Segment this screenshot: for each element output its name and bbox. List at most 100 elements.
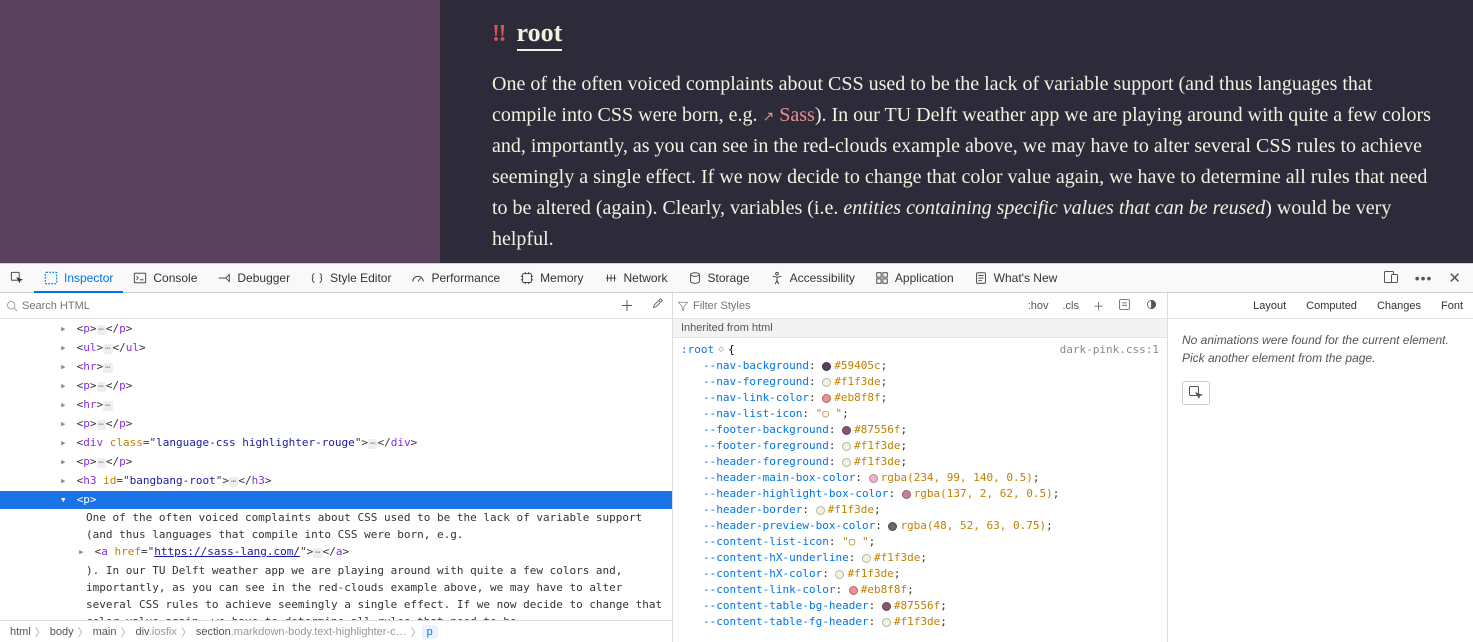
styles-rule-block[interactable]: :root ◇ { dark-pink.css:1 --nav-backgrou… (673, 338, 1167, 642)
tab-style-editor[interactable]: Style Editor (300, 264, 401, 292)
side-tab-changes[interactable]: Changes (1367, 293, 1431, 318)
css-declaration[interactable]: --header-highlight-box-color: rgba(137, … (681, 486, 1159, 502)
para-italic: entities containing specific values that… (843, 197, 1265, 219)
css-declaration[interactable]: --nav-list-icon: "○ "; (681, 406, 1159, 422)
css-declaration[interactable]: --content-table-fg-header: #f1f3de; (681, 614, 1159, 630)
tab-console[interactable]: Console (123, 264, 207, 292)
css-declaration[interactable]: --footer-background: #87556f; (681, 422, 1159, 438)
highlight-selector-icon[interactable]: ◇ (718, 342, 724, 358)
pick-element-from-page-button[interactable] (1182, 381, 1210, 405)
page-paragraph: One of the often voiced complaints about… (492, 69, 1433, 255)
tab-memory[interactable]: Memory (510, 264, 593, 292)
page-sidebar-area (0, 0, 440, 263)
tab-console-label: Console (153, 271, 197, 285)
rule-selector: :root (681, 342, 714, 358)
dom-node[interactable]: ▸ <a href="https://sass-lang.com/">⋯</a> (0, 543, 672, 562)
html-tree[interactable]: ▸ <p>⋯</p>▸ <ul>⋯</ul>▸ <hr>⋯▸ <p>⋯</p>▸… (0, 319, 672, 620)
tab-whats-new[interactable]: What's New (964, 264, 1068, 292)
devtools-tab-bar: Inspector Console Debugger Style Editor … (0, 263, 1473, 293)
css-declaration[interactable]: --content-list-icon: "○ "; (681, 534, 1159, 550)
new-rule-button[interactable]: ＋ (1088, 298, 1109, 314)
css-declaration[interactable]: --footer-foreground: #f1f3de; (681, 438, 1159, 454)
heading-text: root (517, 18, 563, 51)
tab-accessibility-label: Accessibility (790, 271, 855, 285)
rule-source-link[interactable]: dark-pink.css:1 (1060, 342, 1159, 358)
tab-inspector[interactable]: Inspector (34, 265, 123, 293)
tab-application-label: Application (895, 271, 954, 285)
styles-filter[interactable] (677, 300, 1019, 312)
pick-element-button[interactable] (0, 264, 34, 292)
breadcrumb-bar: html〉 body〉 main〉 div.iosfix〉 section.ma… (0, 620, 672, 642)
tab-storage[interactable]: Storage (678, 264, 760, 292)
css-declaration[interactable]: --header-foreground: #f1f3de; (681, 454, 1159, 470)
side-tab-fonts[interactable]: Font (1431, 293, 1473, 318)
breadcrumb-item[interactable]: html (6, 626, 35, 638)
dom-node[interactable]: ▸ <p>⋯</p> (0, 377, 672, 396)
dom-node[interactable]: ▸ <ul>⋯</ul> (0, 339, 672, 358)
responsive-mode-button[interactable] (1379, 265, 1403, 292)
add-node-button[interactable]: ＋ (612, 296, 642, 316)
tab-performance[interactable]: Performance (401, 264, 510, 292)
cls-button[interactable]: .cls (1058, 300, 1085, 312)
breadcrumb-item-current[interactable]: p (422, 625, 438, 639)
css-declaration[interactable]: --nav-foreground: #f1f3de; (681, 374, 1159, 390)
tab-network[interactable]: Network (594, 264, 678, 292)
href-link[interactable]: https://sass-lang.com/ (154, 545, 300, 558)
dom-node[interactable]: ▸ <hr>⋯ (0, 396, 672, 415)
html-toolbar: ＋ (0, 293, 672, 319)
no-animations-msg-1: No animations were found for the current… (1182, 331, 1459, 349)
css-declaration[interactable]: --content-hX-color: #f1f3de; (681, 566, 1159, 582)
close-devtools-button[interactable]: ✕ (1444, 265, 1465, 291)
dom-node[interactable]: ▸ <p>⋯</p> (0, 453, 672, 472)
tab-debugger[interactable]: Debugger (207, 264, 300, 292)
tab-performance-label: Performance (431, 271, 500, 285)
styles-settings-button[interactable] (1113, 298, 1136, 314)
styles-filter-input[interactable] (693, 300, 1019, 312)
search-icon (6, 300, 18, 312)
side-body: No animations were found for the current… (1168, 319, 1473, 417)
tab-network-label: Network (624, 271, 668, 285)
bangbang-icon: ‼ (492, 21, 507, 48)
html-search-input[interactable] (18, 296, 606, 316)
dom-node[interactable]: ▸ <p>⋯</p> (0, 415, 672, 434)
side-tab-layout[interactable]: Layout (1243, 293, 1296, 318)
rendered-page-preview: ‼ root One of the often voiced complaint… (0, 0, 1473, 263)
css-declaration[interactable]: --content-link-color: #eb8f8f; (681, 582, 1159, 598)
css-declaration[interactable]: --nav-background: #59405c; (681, 358, 1159, 374)
css-declaration[interactable]: --header-preview-box-color: rgba(48, 52,… (681, 518, 1159, 534)
tab-whats-new-label: What's New (994, 271, 1058, 285)
tab-accessibility[interactable]: Accessibility (760, 264, 865, 292)
tab-debugger-label: Debugger (237, 271, 290, 285)
dom-text-node[interactable]: ). In our TU Delft weather app we are pl… (0, 562, 672, 620)
devtools-body: ＋ ▸ <p>⋯</p>▸ <ul>⋯</ul>▸ <hr>⋯▸ <p>⋯</p… (0, 293, 1473, 642)
tab-application[interactable]: Application (865, 264, 964, 292)
css-declaration[interactable]: --content-table-bg-header: #87556f; (681, 598, 1159, 614)
html-search[interactable] (0, 296, 612, 316)
dom-node[interactable]: ▸ <div class="language-css highlighter-r… (0, 434, 672, 453)
css-declaration[interactable]: --content-hX-underline: #f1f3de; (681, 550, 1159, 566)
breadcrumb-item[interactable]: body (46, 626, 78, 638)
dom-node[interactable]: ▸ <h3 id="bangbang-root">⋯</h3> (0, 472, 672, 491)
breadcrumb-item[interactable]: div.iosfix (131, 626, 180, 638)
css-declaration[interactable]: --header-main-box-color: rgba(234, 99, 1… (681, 470, 1159, 486)
css-declaration[interactable]: --header-border: #f1f3de; (681, 502, 1159, 518)
filter-icon (677, 300, 689, 312)
light-dark-toggle[interactable] (1140, 298, 1163, 314)
sass-link[interactable]: Sass (779, 104, 815, 126)
dom-node[interactable]: ▸ <hr>⋯ (0, 358, 672, 377)
html-panel: ＋ ▸ <p>⋯</p>▸ <ul>⋯</ul>▸ <hr>⋯▸ <p>⋯</p… (0, 293, 673, 642)
dom-node[interactable]: ▸ <p>⋯</p> (0, 320, 672, 339)
hov-button[interactable]: :hov (1023, 300, 1054, 312)
more-options-button[interactable]: ••• (1411, 266, 1437, 290)
rule-header[interactable]: :root ◇ { dark-pink.css:1 (681, 342, 1159, 358)
eyedropper-button[interactable] (642, 297, 672, 314)
dom-text-node[interactable]: One of the often voiced complaints about… (0, 509, 672, 543)
breadcrumb-item[interactable]: section.markdown-body.text-highlighter-c… (192, 626, 411, 638)
side-panel: Layout Computed Changes Font No animatio… (1168, 293, 1473, 642)
css-declaration[interactable]: --nav-link-color: #eb8f8f; (681, 390, 1159, 406)
breadcrumb-item[interactable]: main (89, 626, 121, 638)
side-tab-computed[interactable]: Computed (1296, 293, 1367, 318)
tab-storage-label: Storage (708, 271, 750, 285)
rule-open-brace: { (728, 342, 735, 358)
dom-node-selected[interactable]: ▾ <p> (0, 491, 672, 509)
